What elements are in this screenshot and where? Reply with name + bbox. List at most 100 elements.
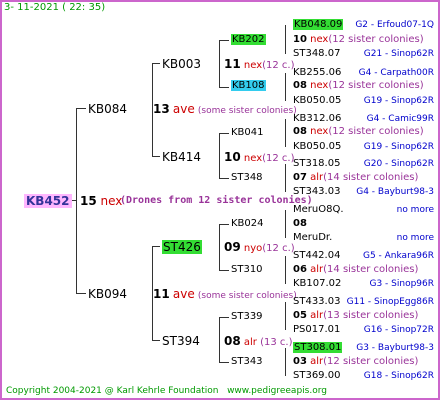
gen3-name-2[interactable]: KB108: [231, 80, 266, 92]
gen4-info-3: G4 - Carpath00R: [358, 68, 434, 78]
gen2-name-1[interactable]: KB003: [162, 57, 201, 71]
gen3-name-1[interactable]: KB202: [231, 34, 266, 46]
gen3-race-7: alr: [310, 310, 324, 321]
gen4-vertical-6: [285, 256, 286, 284]
gen4-name-15-label[interactable]: ST308.01: [293, 342, 343, 353]
gen3-num-1: 10: [293, 34, 307, 45]
gen4-name-1[interactable]: KB048.09: [293, 19, 344, 31]
gen1-vertical: [76, 108, 77, 293]
gen1-note-2: (some sister colonies): [197, 291, 297, 301]
gen3-name-2-label[interactable]: KB108: [231, 80, 266, 91]
gen4-name-7[interactable]: ST318.05: [293, 158, 340, 170]
gen3-note-2: (12 sister colonies): [328, 80, 424, 91]
gen3-vertical-1: [219, 40, 220, 87]
gen4-name-3[interactable]: KB255.06: [293, 67, 341, 79]
gen4-name-15[interactable]: ST308.01: [293, 342, 343, 354]
gen2-name-2[interactable]: KB414: [162, 150, 201, 164]
pedigree-frame: 3- 11-2021 ( 22: 35) Copyright 2004-2021…: [0, 0, 440, 400]
gen4-name-16[interactable]: ST369.00: [293, 370, 340, 382]
gen4-vertical-7: [285, 302, 286, 330]
gen4-info-14: G16 - Sinop72R: [363, 325, 434, 335]
gen3-race-1: nex: [310, 34, 329, 45]
gen3-name-1-label[interactable]: KB202: [231, 34, 266, 45]
gen4-info-4: G19 - Sinop62R: [363, 96, 434, 106]
copyright-footer: Copyright 2004-2021 @ Karl Kehrle Founda…: [6, 385, 327, 397]
copyright-text: Copyright 2004-2021 @ Karl Kehrle Founda…: [6, 386, 219, 396]
gen4-name-5[interactable]: KB312.06: [293, 113, 341, 125]
gen3-num-5: 08: [293, 218, 307, 229]
gen1-race-1: ave: [172, 102, 195, 116]
gen3-num-6: 06: [293, 264, 307, 275]
gen3-name-4[interactable]: ST348: [231, 172, 263, 184]
gen4-info-11: G5 - Ankara96R: [362, 251, 434, 261]
gen4-name-11[interactable]: ST442.04: [293, 250, 340, 262]
gen2-name-3[interactable]: ST426: [162, 240, 202, 254]
gen3-note-1: (12 sister colonies): [328, 34, 424, 45]
gen3-note-7: (13 sister colonies): [323, 310, 419, 321]
root-queen[interactable]: KB452: [24, 194, 72, 208]
gen4-name-12[interactable]: KB107.02: [293, 278, 341, 290]
gen3-tick-4: [219, 178, 229, 179]
gen3-info-2: 08 nex(12 sister colonies): [293, 80, 424, 92]
gen3-vertical-2: [219, 133, 220, 178]
gen1-info-2: 11 ave (some sister colonies): [153, 287, 297, 302]
gen2-info-3: 09 nyo(12 c.): [224, 240, 295, 255]
root-info: 15 nex: [80, 194, 122, 208]
gen3-name-6[interactable]: ST310: [231, 264, 263, 276]
gen4-name-4[interactable]: KB050.05: [293, 95, 341, 107]
gen2-name-3-label[interactable]: ST426: [162, 240, 202, 254]
gen3-info-5: 08: [293, 218, 307, 230]
gen3-note-6: (14 sister colonies): [323, 264, 419, 275]
footer-url[interactable]: www.pedigreeapis.org: [227, 386, 327, 396]
gen2-tick-3: [152, 246, 160, 247]
gen4-name-14[interactable]: PS017.01: [293, 324, 340, 336]
gen3-note-4: (14 sister colonies): [323, 172, 419, 183]
gen2-tick-2: [152, 156, 160, 157]
gen4-info-6: G19 - Sinop62R: [363, 142, 434, 152]
gen3-info-6: 06 alr(14 sister colonies): [293, 264, 418, 276]
gen1-race-2: ave: [172, 287, 195, 301]
gen3-num-3: 08: [293, 126, 307, 137]
gen3-note-8: (12 sister colonies): [323, 356, 419, 367]
gen3-info-7: 05 alr(13 sister colonies): [293, 310, 418, 322]
gen3-name-8[interactable]: ST343: [231, 356, 263, 368]
gen1-name-1[interactable]: KB084: [88, 102, 127, 116]
gen3-tick-1: [219, 40, 229, 41]
gen4-vertical-5: [285, 210, 286, 238]
gen2-num-1: 11: [224, 57, 241, 71]
gen4-info-8: G4 - Bayburt98-3: [356, 187, 434, 197]
gen4-info-15: G3 - Bayburt98-3: [356, 343, 434, 353]
gen3-num-7: 05: [293, 310, 307, 321]
gen2-num-4: 08: [224, 334, 241, 348]
gen1-info-1: 13 ave (some sister colonies): [153, 102, 297, 117]
root-name[interactable]: KB452: [24, 194, 72, 208]
root-num: 15: [80, 194, 97, 208]
gen3-name-3[interactable]: KB041: [231, 127, 264, 139]
gen3-tick-3: [219, 133, 229, 134]
gen3-vertical-3: [219, 224, 220, 270]
gen4-info-7: G20 - Sinop62R: [363, 159, 434, 169]
gen4-name-9[interactable]: MeruO8Q.: [293, 204, 344, 216]
gen4-name-10[interactable]: MeruDr.: [293, 232, 332, 244]
gen4-vertical-8: [285, 348, 286, 376]
gen1-name-2[interactable]: KB094: [88, 287, 127, 301]
gen3-tick-8: [219, 362, 229, 363]
gen4-vertical-3: [285, 119, 286, 147]
gen3-tick-5: [219, 224, 229, 225]
gen2-note-2: (12 c.): [262, 153, 295, 164]
gen3-info-8: 03 alr(12 sister colonies): [293, 356, 418, 368]
gen3-name-5[interactable]: KB024: [231, 218, 264, 230]
gen4-name-8[interactable]: ST343.03: [293, 186, 340, 198]
gen3-name-7[interactable]: ST339: [231, 311, 263, 323]
gen3-tick-2: [219, 87, 229, 88]
gen4-info-12: G3 - Sinop96R: [369, 279, 434, 289]
gen4-name-1-label[interactable]: KB048.09: [293, 19, 344, 30]
gen2-name-4[interactable]: ST394: [162, 334, 200, 348]
gen1-note-1: (some sister colonies): [197, 106, 297, 116]
gen3-num-2: 08: [293, 80, 307, 91]
gen4-name-2[interactable]: ST348.07: [293, 48, 340, 60]
gen4-name-13[interactable]: ST433.03: [293, 296, 340, 308]
gen2-note-1: (12 c.): [262, 60, 295, 71]
gen2-race-3: nyo: [243, 243, 263, 254]
gen4-name-6[interactable]: KB050.05: [293, 141, 341, 153]
